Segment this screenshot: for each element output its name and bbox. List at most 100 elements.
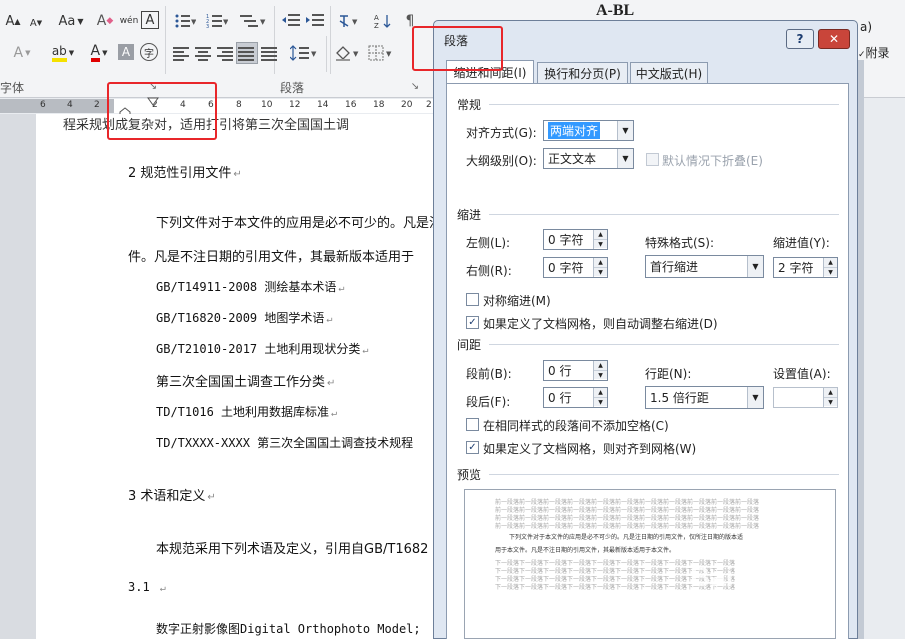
spin-down-icon[interactable]: ▼ <box>594 370 607 379</box>
left-indent-spinner[interactable]: 0 字符 ▲ ▼ <box>543 229 608 250</box>
svg-text:A: A <box>374 14 379 22</box>
close-button[interactable]: ✕ <box>818 29 850 49</box>
spin-up-icon[interactable]: ▲ <box>594 388 607 397</box>
align-right-button[interactable] <box>216 42 236 64</box>
help-button[interactable]: ? <box>786 29 814 49</box>
left-indent-label: 左侧(L): <box>466 236 511 250</box>
mirror-indents-checkbox[interactable] <box>466 293 479 306</box>
spin-up-icon[interactable]: ▲ <box>594 361 607 370</box>
doc-line-text: GB/T14911-2008 测绘基本术语 <box>156 280 337 294</box>
align-left-button[interactable] <box>172 42 192 64</box>
change-case-button[interactable]: Aa ▼ <box>54 10 88 32</box>
line-spacing-dropdown[interactable]: 1.5 倍行距 ▼ <box>645 386 764 409</box>
watermark-brand: Bai 经验 <box>690 558 824 593</box>
outline-level-dropdown[interactable]: 正文文本 ▼ <box>543 148 634 169</box>
font-color-button[interactable]: A ▼ <box>84 42 114 64</box>
spin-up-icon[interactable]: ▲ <box>824 258 837 267</box>
tab-line-page-breaks[interactable]: 换行和分页(P) <box>537 62 628 83</box>
chevron-down-icon: ▼ <box>617 121 633 140</box>
ruler-tick: 2 <box>94 100 100 110</box>
spin-down-icon[interactable]: ▼ <box>594 267 607 276</box>
asian-layout-button[interactable]: ▼ <box>336 10 364 32</box>
space-after-label: 段后(F): <box>466 395 511 409</box>
enclose-characters-button[interactable]: 字 <box>140 43 158 61</box>
ruler-tick: 6 <box>40 100 46 110</box>
spinner-buttons[interactable]: ▲ ▼ <box>593 258 607 277</box>
special-format-dropdown[interactable]: 首行缩进 ▼ <box>645 255 764 278</box>
distributed-button[interactable] <box>260 42 280 64</box>
sort-button[interactable]: AZ <box>372 10 394 32</box>
bullets-button[interactable]: ▼ <box>172 10 198 32</box>
spin-down-icon[interactable]: ▼ <box>824 267 837 276</box>
special-format-value: 首行缩进 <box>650 260 699 274</box>
snap-to-grid-checkbox[interactable]: ✓ <box>466 441 479 454</box>
alignment-dropdown[interactable]: 两端对齐 ▼ <box>543 120 634 141</box>
doc-line-text: 下列文件对于本文件的应用是必不可少的。凡是注 <box>156 216 436 231</box>
divider <box>489 474 839 475</box>
shrink-font-button[interactable]: A ▼ <box>26 12 46 34</box>
justify-button[interactable] <box>236 42 258 64</box>
indent-by-spinner[interactable]: 2 字符 ▲ ▼ <box>773 257 838 278</box>
spinner-buttons[interactable]: ▲ ▼ <box>823 258 837 277</box>
help-icon: ? <box>796 32 804 46</box>
right-indent-spinner[interactable]: 0 字符 ▲ ▼ <box>543 257 608 278</box>
paragraph-mark: ↵ <box>326 314 333 325</box>
tab-asian-typography[interactable]: 中文版式(H) <box>630 62 708 83</box>
space-before-spinner[interactable]: 0 行 ▲ ▼ <box>543 360 608 381</box>
char-border-button[interactable]: A <box>141 11 159 29</box>
line-spacing-button[interactable]: ▼ <box>288 42 320 64</box>
space-after-spinner[interactable]: 0 行 ▲ ▼ <box>543 387 608 408</box>
spinner-buttons[interactable]: ▲ ▼ <box>593 388 607 407</box>
spin-down-icon[interactable]: ▼ <box>594 397 607 406</box>
ruler-marker-highlight <box>107 82 217 140</box>
align-center-button[interactable] <box>194 42 214 64</box>
doc-line: 数字正射影像图Digital Orthophoto Model; <box>156 620 421 637</box>
text-effects-button[interactable]: A ▼ <box>2 42 42 64</box>
clear-formatting-button[interactable]: A ◆ <box>94 10 116 32</box>
spin-up-icon[interactable]: ▲ <box>824 388 837 397</box>
no-space-same-style-checkbox[interactable] <box>466 418 479 431</box>
spin-down-icon[interactable]: ▼ <box>824 397 837 406</box>
horizontal-ruler[interactable]: 6 4 2 2 4 6 8 10 12 14 16 18 20 2 <box>0 97 436 119</box>
borders-button[interactable]: ▼ <box>366 42 396 64</box>
collapse-checkbox[interactable] <box>646 153 659 166</box>
watermark-brand-cn: 经验 <box>775 565 824 592</box>
svg-text:▼: ▼ <box>352 18 358 26</box>
auto-adjust-indent-checkbox[interactable]: ✓ <box>466 316 479 329</box>
document-page[interactable]: 程采规划成复杂对，适用打引将第三次全国国土调 2 规范性引用文件 ↵ 下列文件对于… <box>36 114 436 639</box>
justify-icon <box>238 45 256 61</box>
increase-indent-button[interactable] <box>304 10 326 32</box>
phonetic-guide-button[interactable]: wén <box>118 10 140 32</box>
doc-line-text: TD/T1016 土地利用数据库标准 <box>156 405 330 419</box>
spinner-buttons[interactable]: ▲ ▼ <box>823 388 837 407</box>
spinner-buttons[interactable]: ▲ ▼ <box>593 230 607 249</box>
left-indent-value: 0 字符 <box>548 233 584 247</box>
spin-up-icon[interactable]: ▲ <box>594 230 607 239</box>
spin-down-icon[interactable]: ▼ <box>594 239 607 248</box>
svg-text:Z: Z <box>374 22 379 29</box>
decrease-indent-button[interactable] <box>280 10 302 32</box>
align-center-icon <box>195 45 213 61</box>
grow-font-button[interactable]: A ▲ <box>2 10 24 32</box>
shading-button[interactable]: ▼ <box>332 42 362 64</box>
spinner-buttons[interactable]: ▲ ▼ <box>593 361 607 380</box>
paragraph-group-label: 段落 <box>280 81 305 95</box>
sort-icon: AZ <box>374 14 391 29</box>
numbering-button[interactable]: 1 2 3 ▼ <box>204 10 230 32</box>
paragraph-dialog-launcher[interactable]: ↘ <box>408 80 422 92</box>
line-spacing-at-spinner[interactable]: ▲ ▼ <box>773 387 838 408</box>
watermark-brand-text: Bai <box>690 561 734 592</box>
doc-line: TD/TXXXX-XXXX 第三次全国国土调查技术规程 <box>156 434 413 451</box>
multilevel-list-button[interactable]: ▼ <box>238 10 268 32</box>
spin-up-icon[interactable]: ▲ <box>594 258 607 267</box>
highlight-color-button[interactable]: ab ▼ <box>46 42 80 64</box>
char-shading-button[interactable]: A <box>118 44 134 60</box>
dialog-title-highlight <box>412 26 503 71</box>
paragraph-mark: ↵ <box>233 169 242 180</box>
auto-adjust-indent-label: 如果定义了文档网格，则自动调整右缩进(D) <box>483 317 718 331</box>
space-before-label: 段前(B): <box>466 367 512 381</box>
paragraph-mark: ↵ <box>207 492 216 503</box>
doc-line: 第三次全国国土调查工作分类 ↵ <box>156 371 335 390</box>
indent-section-title: 缩进 <box>457 208 482 222</box>
section-heading-text: 3 术语和定义 <box>128 489 206 504</box>
